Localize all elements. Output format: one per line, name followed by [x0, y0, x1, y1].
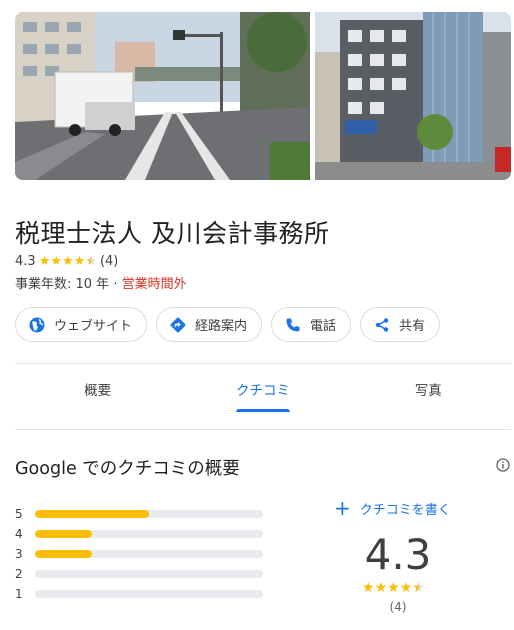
- action-buttons: ウェブサイト 経路案内 電話 共有: [15, 307, 441, 342]
- average-stars: ★ ★ ★ ★ ★: [362, 581, 425, 595]
- star-icon: ★: [362, 580, 375, 596]
- tab-photos[interactable]: 写真: [346, 364, 511, 412]
- bar-fill: [35, 530, 92, 538]
- bar-star-label: 2: [15, 567, 23, 581]
- rating-bar-row[interactable]: 4: [15, 524, 265, 544]
- total-review-count[interactable]: (4): [360, 600, 436, 614]
- website-button[interactable]: ウェブサイト: [15, 307, 148, 342]
- years-in-business: 事業年数: 10 年 ·: [15, 277, 122, 292]
- review-count[interactable]: (4): [100, 254, 118, 269]
- star-icon: ★: [387, 580, 400, 596]
- info-icon[interactable]: [496, 457, 510, 472]
- rating-row[interactable]: 4.3 ★ ★ ★ ★ ★ (4): [15, 254, 118, 269]
- write-review-button[interactable]: + クチコミを書く: [334, 498, 451, 518]
- plus-icon: +: [334, 496, 351, 520]
- phone-icon: [284, 316, 302, 334]
- star-icon: ★: [73, 254, 86, 269]
- star-icon: ★: [38, 254, 51, 269]
- bar-fill: [35, 510, 149, 518]
- directions-button[interactable]: 経路案内: [156, 307, 263, 342]
- bar-star-label: 1: [15, 587, 23, 601]
- rating-stars: ★ ★ ★ ★ ★: [39, 255, 97, 268]
- write-review-label: クチコミを書く: [359, 502, 451, 518]
- website-label: ウェブサイト: [54, 319, 133, 334]
- directions-label: 経路案内: [195, 319, 248, 334]
- street-view-photo[interactable]: [15, 12, 310, 180]
- bar-star-label: 5: [15, 507, 23, 521]
- rating-value: 4.3: [15, 254, 36, 269]
- tab-bar: 概要 クチコミ 写真: [15, 364, 511, 412]
- phone-button[interactable]: 電話: [271, 307, 352, 342]
- bar-track: [35, 530, 263, 538]
- hours-status[interactable]: 営業時間外: [122, 277, 187, 292]
- rating-bar-row[interactable]: 2: [15, 564, 265, 584]
- rating-bar-row[interactable]: 3: [15, 544, 265, 564]
- rating-bar-row[interactable]: 1: [15, 584, 265, 604]
- directions-icon: [169, 316, 187, 334]
- photo-strip: [15, 12, 511, 180]
- rating-bar-row[interactable]: 5: [15, 504, 265, 524]
- star-icon: ★: [62, 254, 74, 269]
- bar-track: [35, 590, 263, 598]
- share-label: 共有: [399, 319, 426, 334]
- bar-track: [35, 510, 263, 518]
- star-icon: ★: [374, 580, 388, 596]
- place-title: 税理士法人 及川会計事務所: [15, 219, 330, 248]
- review-summary-title: Google でのクチコミの概要: [15, 459, 240, 479]
- phone-label: 電話: [310, 319, 337, 334]
- bar-track: [35, 550, 263, 558]
- share-button[interactable]: 共有: [360, 307, 441, 342]
- rating-distribution: 5 4 3 2 1: [15, 504, 265, 604]
- bar-track: [35, 570, 263, 578]
- star-icon: ★: [50, 254, 62, 269]
- half-star-icon: ★: [412, 580, 425, 596]
- tab-overview[interactable]: 概要: [15, 364, 180, 412]
- building-photo[interactable]: [315, 12, 511, 180]
- half-star-icon: ★: [85, 254, 97, 269]
- tab-reviews[interactable]: クチコミ: [180, 364, 345, 412]
- average-score: 4.3: [364, 530, 432, 579]
- star-icon: ★: [399, 580, 413, 596]
- business-meta: 事業年数: 10 年 · 営業時間外: [15, 273, 187, 292]
- share-icon: [373, 316, 391, 334]
- bar-star-label: 3: [15, 547, 23, 561]
- divider: [15, 429, 511, 430]
- bar-fill: [35, 550, 92, 558]
- bar-star-label: 4: [15, 527, 23, 541]
- globe-icon: [28, 316, 46, 334]
